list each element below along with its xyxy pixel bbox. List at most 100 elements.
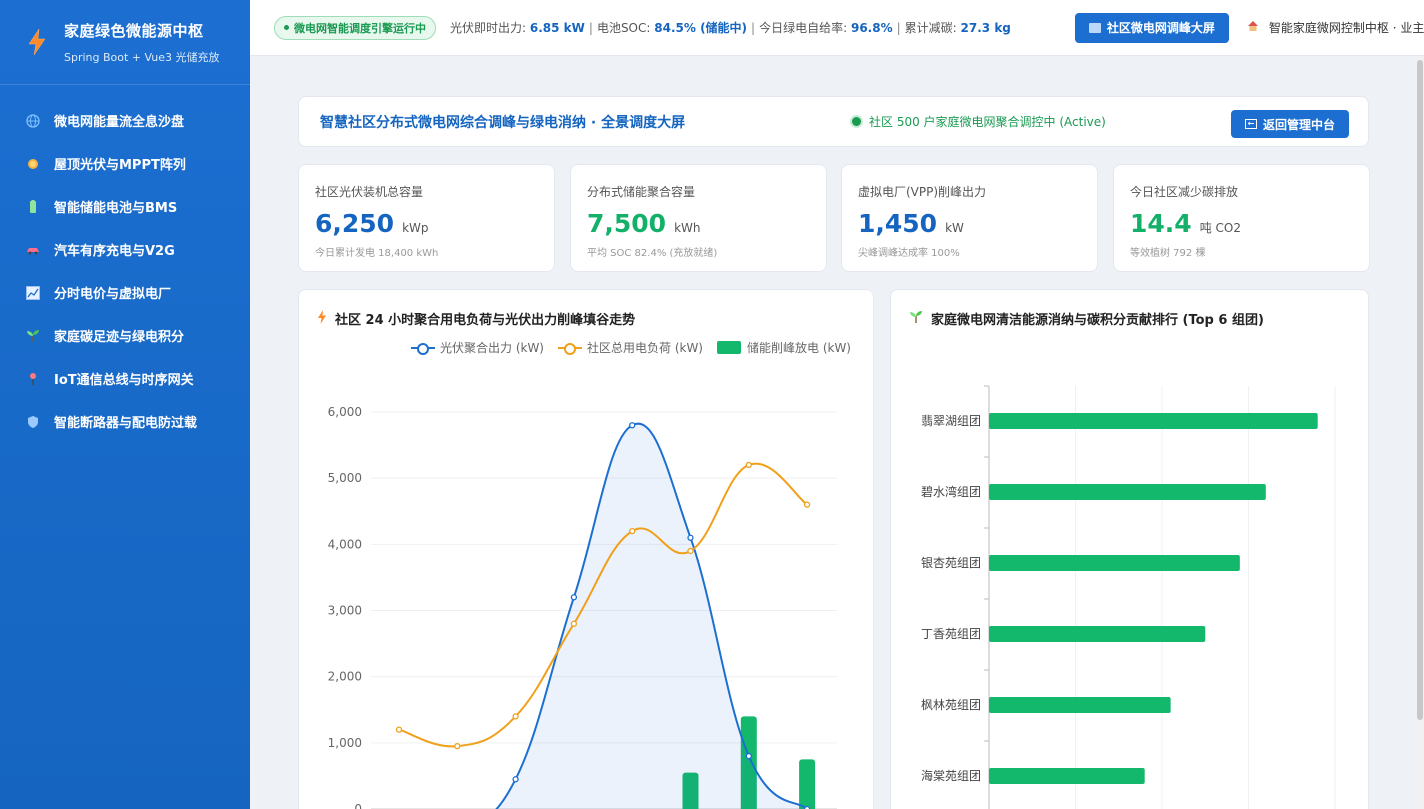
ranking-bar: [989, 697, 1171, 713]
car-icon: [26, 243, 40, 257]
engine-status-text: 微电网智能调度引擎运行中: [294, 21, 426, 35]
sidebar-item-ev[interactable]: 汽车有序充电与V2G: [0, 228, 250, 271]
sidebar-item-label: 智能储能电池与BMS: [54, 201, 178, 216]
ranking-panel: 家庭微电网清洁能源消纳与碳积分贡献排行 (Top 6 组团) 翡翠湖组团 碧水湾组…: [890, 289, 1369, 809]
realtime-metrics: 光伏即时出力: 6.85 kW | 电池SOC: 84.5% (储能中) | 今日绿电自…: [450, 21, 1011, 35]
data-point: [687, 534, 694, 541]
y-tick-label: 5,000: [328, 471, 362, 485]
data-point: [745, 461, 752, 469]
green-label: 今日绿电自给率:: [759, 21, 848, 35]
sidebar-item-label: 分时电价与虚拟电厂: [54, 287, 172, 302]
stat-label: 分布式储能聚合容量: [587, 185, 696, 199]
sidebar-item-energy-flow[interactable]: 微电网能量流全息沙盘: [0, 99, 250, 142]
data-point: [570, 594, 578, 601]
data-point: [454, 742, 461, 750]
user-name: 智能家庭微网控制中枢 · 业主薛工: [1268, 21, 1424, 35]
data-point: [512, 713, 519, 720]
scrollbar-thumb[interactable]: [1417, 60, 1423, 720]
load-trend-chart: 0 1,000 2,000 3,000 4,000 5,000 6,000: [328, 405, 837, 809]
carbon-label: 累计减碳:: [904, 21, 957, 35]
back-arrow-icon: ←: [1244, 119, 1257, 129]
sidebar-item-iot[interactable]: IoT通信总线与时序网关: [0, 357, 250, 400]
data-point: [687, 547, 694, 555]
shield-icon: [26, 415, 40, 429]
community-screen-button[interactable]: 社区微电网调峰大屏: [1074, 12, 1229, 43]
stat-value: 1,450: [858, 209, 938, 238]
load-trend-panel: 社区 24 小时聚合用电负荷与光伏出力削峰填谷走势 光伏聚合出力 (kW) 社区…: [298, 289, 874, 809]
sidebar-item-vpp[interactable]: 分时电价与虚拟电厂: [0, 271, 250, 314]
lightning-icon: [28, 28, 46, 56]
chart-icon: [26, 285, 40, 300]
stat-value: 14.4: [1130, 209, 1192, 238]
pv-label: 光伏即时出力:: [450, 21, 527, 35]
brand-title: 家庭绿色微能源中枢: [64, 21, 204, 40]
stat-card-vpp-output: 虚拟电厂(VPP)削峰出力 1,450 kW 尖峰调峰达成率 100%: [841, 164, 1098, 272]
user-info[interactable]: 智能家庭微网控制中枢 · 业主薛工: [1247, 19, 1424, 36]
stat-note: 平均 SOC 82.4% (充放就绪): [587, 248, 718, 259]
ranking-bar: [989, 555, 1240, 571]
stat-unit: kW: [945, 221, 964, 235]
pv-value: 6.85 kW: [529, 21, 585, 35]
stat-value: 6,250: [315, 209, 395, 238]
aggregation-status: 社区 500 户家庭微电网聚合调控中 (Active): [852, 113, 1106, 130]
y-tick-label: 3,000: [328, 604, 362, 618]
category-label: 碧水湾组团: [921, 484, 981, 499]
data-point: [803, 501, 811, 508]
stat-label: 社区光伏装机总容量: [315, 185, 424, 199]
category-label: 枫林苑组团: [921, 697, 981, 712]
soc-value: 84.5% (储能中): [654, 21, 748, 35]
seedling-icon: [26, 329, 40, 343]
stat-label: 虚拟电厂(VPP)削峰出力: [858, 185, 987, 199]
category-label: 银杏苑组团: [921, 556, 981, 570]
y-tick-label: 2,000: [328, 670, 362, 684]
stat-unit: 吨 CO2: [1199, 221, 1241, 235]
y-tick-label: 1,000: [328, 736, 362, 750]
aggregation-status-text: 社区 500 户家庭微电网聚合调控中 (Active): [869, 115, 1106, 129]
brand: 家庭绿色微能源中枢 Spring Boot + Vue3 光储充放: [0, 0, 250, 85]
category-label: 丁香苑组团: [921, 627, 981, 641]
sidebar: 家庭绿色微能源中枢 Spring Boot + Vue3 光储充放 微电网能量流…: [0, 0, 250, 809]
data-point: [512, 776, 519, 783]
carbon-value: 27.3 kg: [960, 21, 1011, 35]
battery-icon: [26, 199, 40, 214]
stat-note: 今日累计发电 18,400 kWh: [315, 248, 439, 259]
sidebar-item-breaker[interactable]: 智能断路器与配电防过载: [0, 400, 250, 443]
page-scrollbar[interactable]: [1416, 56, 1424, 809]
page-title: 智慧社区分布式微电网综合调峰与绿电消纳 · 全景调度大屏: [320, 114, 686, 131]
topbar: 微电网智能调度引擎运行中 光伏即时出力: 6.85 kW | 电池SOC: 84.5…: [250, 0, 1424, 56]
stat-value: 7,500: [587, 209, 667, 238]
sidebar-item-carbon[interactable]: 家庭碳足迹与绿电积分: [0, 314, 250, 357]
sidebar-item-battery[interactable]: 智能储能电池与BMS: [0, 185, 250, 228]
storage-discharge-bar: [799, 759, 816, 809]
sidebar-item-label: 家庭碳足迹与绿电积分: [54, 330, 185, 345]
y-tick-label: 0: [354, 802, 362, 809]
category-label: 翡翠湖组团: [921, 413, 981, 428]
data-point: [745, 752, 752, 760]
y-tick-label: 6,000: [328, 405, 362, 419]
house-icon: [1247, 20, 1259, 35]
category-label: 海棠苑组团: [921, 768, 981, 783]
stat-note: 尖峰调峰达成率 100%: [858, 248, 960, 259]
data-point: [570, 620, 578, 627]
sidebar-item-label: 屋顶光伏与MPPT阵列: [54, 158, 186, 173]
back-to-admin-button[interactable]: ← 返回管理中台: [1230, 110, 1349, 138]
sidebar-item-pv[interactable]: 屋顶光伏与MPPT阵列: [0, 142, 250, 185]
status-dot-icon: [852, 117, 861, 126]
back-button-label: 返回管理中台: [1262, 117, 1335, 132]
dashboard-header: 智慧社区分布式微电网综合调峰与绿电消纳 · 全景调度大屏 社区 500 户家庭微…: [298, 96, 1369, 147]
sidebar-item-label: 汽车有序充电与V2G: [54, 244, 175, 259]
y-tick-label: 4,000: [328, 537, 362, 551]
sidebar-item-label: 智能断路器与配电防过载: [54, 416, 198, 431]
monitor-icon: [1088, 22, 1101, 33]
stat-unit: kWp: [402, 221, 429, 235]
stat-card-storage-capacity: 分布式储能聚合容量 7,500 kWh 平均 SOC 82.4% (充放就绪): [570, 164, 827, 272]
stat-label: 今日社区减少碳排放: [1130, 185, 1239, 199]
soc-label: 电池SOC:: [596, 21, 651, 35]
brand-subtitle: Spring Boot + Vue3 光储充放: [64, 50, 220, 64]
engine-status-badge: 微电网智能调度引擎运行中: [274, 15, 436, 40]
green-value: 96.8%: [850, 21, 893, 35]
stat-card-carbon-reduction: 今日社区减少碳排放 14.4 吨 CO2 等效植树 792 棵: [1113, 164, 1370, 272]
sidebar-item-label: IoT通信总线与时序网关: [54, 373, 194, 388]
status-dot-icon: [284, 25, 289, 30]
stat-card-pv-capacity: 社区光伏装机总容量 6,250 kWp 今日累计发电 18,400 kWh: [298, 164, 555, 272]
